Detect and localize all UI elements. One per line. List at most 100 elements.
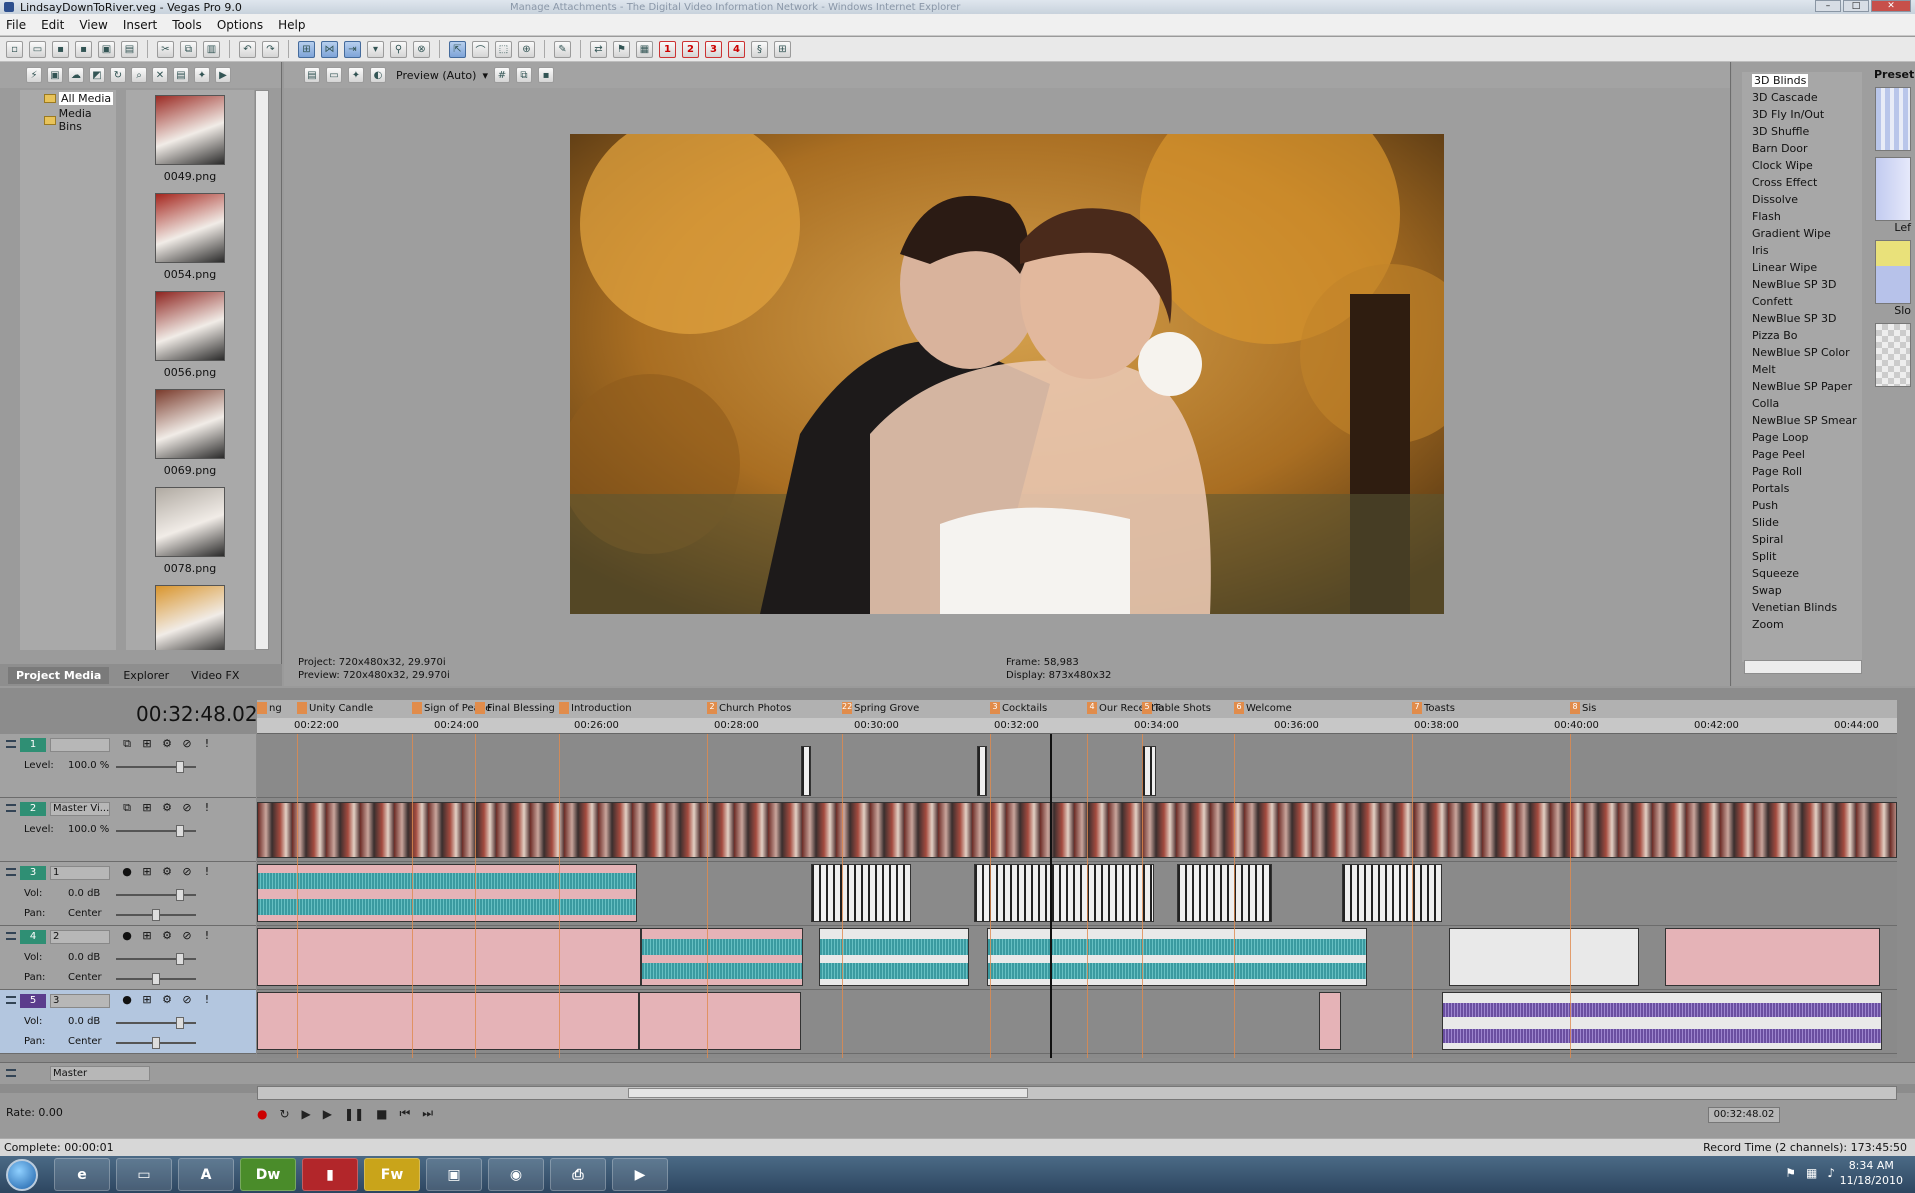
stop-icon[interactable]: ■ <box>376 1107 387 1121</box>
media-thumb[interactable]: 0069.png <box>126 384 254 482</box>
timeline-marker[interactable]: 8 Sis <box>1570 702 1596 714</box>
video-event[interactable] <box>1142 746 1156 796</box>
track-pan-slider[interactable] <box>116 909 196 921</box>
split-screen-icon[interactable]: ◐ <box>370 67 386 83</box>
transition-item[interactable]: Spiral <box>1742 531 1862 548</box>
tree-media-bins[interactable]: Media Bins <box>20 105 116 133</box>
group-4-button[interactable]: 4 <box>728 40 745 58</box>
timeline-marker[interactable]: 5 Table Shots <box>1142 702 1211 714</box>
preset-thumb[interactable] <box>1875 87 1911 151</box>
undo-icon[interactable]: ↶ <box>239 40 256 58</box>
transition-item[interactable]: NewBlue SP 3D Pizza Bo <box>1742 310 1862 344</box>
copy-icon[interactable]: ⧉ <box>180 40 197 58</box>
compositing-icon[interactable]: ⧉ <box>120 801 134 815</box>
track-4-lane[interactable] <box>257 926 1897 990</box>
solo-icon[interactable]: ! <box>200 737 214 751</box>
loop-playback-icon[interactable]: ↻ <box>279 1107 289 1121</box>
video-event[interactable] <box>257 802 1897 858</box>
track-name-field[interactable]: 3 <box>50 994 110 1008</box>
audio-event[interactable] <box>811 864 911 922</box>
remove-media-icon[interactable]: ✕ <box>152 67 168 83</box>
start-button[interactable] <box>6 1158 38 1191</box>
timeline-marker[interactable]: 2 Church Photos <box>707 702 791 714</box>
transition-item[interactable]: Zoom <box>1742 616 1862 633</box>
preview-play-icon[interactable]: ▶ <box>215 67 231 83</box>
track-pan-slider[interactable] <box>116 1037 196 1049</box>
sync-icon[interactable]: § <box>751 40 768 58</box>
track-header-4[interactable]: 4 2 ● ⊞ ⚙ ⊘! Vol: 0.0 dB Pan: Center <box>0 926 256 990</box>
transition-item[interactable]: Linear Wipe <box>1742 259 1862 276</box>
track-level-slider[interactable] <box>116 889 196 901</box>
flag-icon[interactable]: ⚑ <box>1785 1166 1796 1180</box>
media-properties-icon[interactable]: ▤ <box>173 67 189 83</box>
timeline-marker[interactable]: 22 Spring Grove <box>842 702 919 714</box>
save-snapshot-icon[interactable]: ▪ <box>537 67 554 83</box>
media-thumb[interactable]: 0049.png <box>126 90 254 188</box>
redo-icon[interactable]: ↷ <box>262 40 279 58</box>
timeline-marker[interactable]: 3 Cocktails <box>990 702 1047 714</box>
track-name-field[interactable] <box>50 738 110 752</box>
track-fx-icon[interactable]: ⚙ <box>160 993 174 1007</box>
play-icon[interactable]: ▶ <box>323 1107 332 1121</box>
media-thumb[interactable]: 0078.png <box>126 482 254 580</box>
markers-icon[interactable]: ⚑ <box>613 40 630 58</box>
track-header-2[interactable]: 2 Master Vi... ⧉ ⊞ ⚙ ⊘! Level: 100.0 % <box>0 798 256 862</box>
network-icon[interactable]: ▦ <box>1806 1166 1817 1180</box>
transition-item[interactable]: Push <box>1742 497 1862 514</box>
selection-tool-icon[interactable]: ⬚ <box>495 40 512 58</box>
timeline-marker[interactable]: Introduction <box>559 702 632 714</box>
solo-icon[interactable]: ! <box>200 801 214 815</box>
ie-taskbar-icon[interactable]: e <box>54 1158 110 1191</box>
audio-event[interactable] <box>641 928 803 986</box>
transitions-scrollbar[interactable] <box>1744 660 1862 674</box>
ripple-mode-dropdown-icon[interactable]: ▾ <box>367 40 384 58</box>
time-ruler[interactable]: 00:22:00 00:24:00 00:26:00 00:28:00 00:30:00… <box>257 718 1897 734</box>
menu-help[interactable]: Help <box>278 18 305 32</box>
track-header-1[interactable]: 1 ⧉ ⊞ ⚙ ⊘! Level: 100.0 % <box>0 734 256 798</box>
open-icon[interactable]: ▭ <box>29 40 46 58</box>
auto-ripple-icon[interactable]: ⇥ <box>344 40 361 58</box>
mute-icon[interactable]: ⊘ <box>180 993 194 1007</box>
cursor-time-field[interactable]: 00:32:48.02 <box>1708 1107 1780 1123</box>
media-fx-icon[interactable]: ✎ <box>554 40 571 58</box>
track-fx-icon[interactable]: ⚙ <box>160 865 174 879</box>
menu-options[interactable]: Options <box>217 18 263 32</box>
track-level-slider[interactable] <box>116 1017 196 1029</box>
tree-all-media[interactable]: All Media <box>20 90 116 105</box>
track-header-5[interactable]: 5 3 ● ⊞ ⚙ ⊘! Vol: 0.0 dB Pan: Center <box>0 990 256 1054</box>
lock-envelopes-icon[interactable]: ⚲ <box>390 40 407 58</box>
transition-item[interactable]: 3D Shuffle <box>1742 123 1862 140</box>
timeline-marker[interactable]: 7 Toasts <box>1412 702 1455 714</box>
audio-event[interactable] <box>639 992 801 1050</box>
get-photo-icon[interactable]: ◩ <box>89 67 105 83</box>
enable-snapping-icon[interactable]: ⊞ <box>298 40 315 58</box>
vegas-taskbar-icon[interactable]: ▣ <box>426 1158 482 1191</box>
chevron-down-icon[interactable]: ▾ <box>482 69 488 82</box>
audio-event[interactable] <box>1665 928 1880 986</box>
normal-edit-tool-icon[interactable]: ⇱ <box>449 40 466 58</box>
transition-item[interactable]: NewBlue SP 3D Confett <box>1742 276 1862 310</box>
collapse-icon[interactable] <box>6 740 16 748</box>
player-taskbar-icon[interactable]: ▶ <box>612 1158 668 1191</box>
replace-icon[interactable]: ↻ <box>110 67 126 83</box>
audio-event[interactable] <box>257 864 637 922</box>
go-to-end-icon[interactable]: ⏭ <box>422 1106 433 1121</box>
track-name-field[interactable]: 2 <box>50 930 110 944</box>
menu-tools[interactable]: Tools <box>172 18 202 32</box>
track-fx-icon[interactable]: ⚙ <box>160 929 174 943</box>
track-fx-icon[interactable]: ⚙ <box>160 737 174 751</box>
envelope-tool-icon[interactable]: ⌒ <box>472 40 489 58</box>
track-motion-icon[interactable]: ⊞ <box>140 801 154 815</box>
timeline-marker[interactable]: ng <box>257 702 282 714</box>
track-level-slider[interactable] <box>116 761 196 773</box>
transition-item[interactable]: Page Roll <box>1742 463 1862 480</box>
cut-icon[interactable]: ✂ <box>157 40 174 58</box>
arm-record-icon[interactable]: ● <box>120 993 134 1007</box>
track-motion-icon[interactable]: ⊞ <box>140 929 154 943</box>
preset-thumb[interactable] <box>1875 157 1911 221</box>
import-media-icon[interactable]: ⚡ <box>26 67 42 83</box>
track-motion-icon[interactable]: ⊞ <box>140 993 154 1007</box>
transition-item[interactable]: Slide <box>1742 514 1862 531</box>
compositing-icon[interactable]: ⧉ <box>120 737 134 751</box>
media-scrollbar[interactable] <box>255 90 269 650</box>
